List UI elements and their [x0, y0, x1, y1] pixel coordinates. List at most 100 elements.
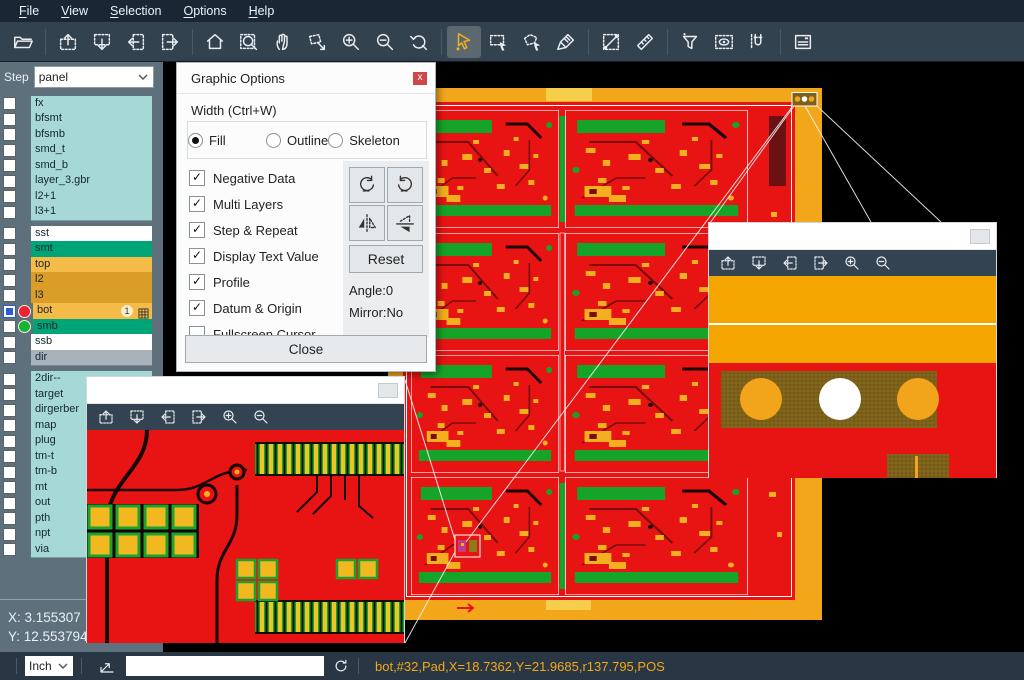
- layer-visibility-checkbox[interactable]: [3, 373, 16, 386]
- layer-visibility-checkbox[interactable]: [3, 497, 16, 510]
- select-cursor-button[interactable]: [447, 26, 481, 58]
- menu-item[interactable]: File: [8, 4, 50, 18]
- magnifier-b-title-bar[interactable]: [709, 223, 996, 250]
- zoom-out-button[interactable]: [872, 252, 894, 274]
- dialog-close-button[interactable]: x: [413, 72, 427, 85]
- layer-visibility-checkbox[interactable]: [3, 206, 16, 219]
- layer-row[interactable]: smd_b: [0, 158, 163, 174]
- width-radio[interactable]: Fill: [188, 133, 266, 148]
- magnifier-a-view[interactable]: [87, 430, 404, 643]
- layer-visibility-checkbox[interactable]: [3, 274, 16, 287]
- pan-right-button[interactable]: [188, 406, 210, 428]
- layer-row[interactable]: l2+1: [0, 189, 163, 205]
- layer-label[interactable]: smb: [33, 319, 152, 336]
- layer-row[interactable]: dir: [0, 350, 163, 366]
- width-radio[interactable]: Skeleton: [328, 133, 400, 148]
- layer-visibility-checkbox[interactable]: [3, 543, 16, 556]
- menu-item[interactable]: Selection: [99, 4, 172, 18]
- layer-visibility-checkbox[interactable]: [3, 190, 16, 203]
- option-checkbox[interactable]: Negative Data: [189, 165, 319, 191]
- layer-panel-button[interactable]: [786, 26, 820, 58]
- option-checkbox[interactable]: Datum & Origin: [189, 295, 319, 321]
- layer-label[interactable]: l3+1: [31, 204, 152, 221]
- pan-up-button[interactable]: [95, 406, 117, 428]
- layer-visibility-checkbox[interactable]: [3, 227, 16, 240]
- layer-visibility-checkbox[interactable]: [3, 289, 16, 302]
- layer-label[interactable]: dir: [31, 350, 152, 367]
- layer-row[interactable]: ssb: [0, 335, 163, 351]
- filter-button[interactable]: [673, 26, 707, 58]
- layer-label[interactable]: smt: [31, 241, 152, 258]
- layer-visibility-checkbox[interactable]: [3, 159, 16, 172]
- width-radio[interactable]: Outline: [266, 133, 328, 148]
- menu-item[interactable]: Options: [172, 4, 237, 18]
- pan-down-button[interactable]: [748, 252, 770, 274]
- layer-label[interactable]: ssb: [31, 334, 152, 351]
- menu-item[interactable]: Help: [238, 4, 286, 18]
- zoom-window-button[interactable]: [232, 26, 266, 58]
- layer-visibility-checkbox[interactable]: [3, 435, 16, 448]
- magnifier-window-b[interactable]: [708, 222, 997, 478]
- view-options-button[interactable]: [707, 26, 741, 58]
- layer-visibility-checkbox[interactable]: [3, 528, 16, 541]
- pan-left-button[interactable]: [119, 26, 153, 58]
- rect-select-button[interactable]: [481, 26, 515, 58]
- mirror-horizontal-button[interactable]: [349, 205, 385, 241]
- pan-left-button[interactable]: [779, 252, 801, 274]
- ruler-button[interactable]: [628, 26, 662, 58]
- layer-row[interactable]: l3: [0, 288, 163, 304]
- layer-row[interactable]: smd_t: [0, 143, 163, 159]
- option-checkbox[interactable]: Multi Layers: [189, 191, 319, 217]
- measure-button[interactable]: [594, 26, 628, 58]
- polygon-select-button[interactable]: [515, 26, 549, 58]
- layer-row[interactable]: bfsmt: [0, 112, 163, 128]
- pan-down-button[interactable]: [85, 26, 119, 58]
- clean-brush-button[interactable]: [549, 26, 583, 58]
- layer-visibility-checkbox[interactable]: [3, 305, 16, 318]
- home-view-button[interactable]: [198, 26, 232, 58]
- magnifier-a-window-button[interactable]: [378, 383, 398, 398]
- layer-row[interactable]: top: [0, 257, 163, 273]
- pan-right-button[interactable]: [153, 26, 187, 58]
- layer-visibility-checkbox[interactable]: [3, 481, 16, 494]
- layer-visibility-checkbox[interactable]: [3, 175, 16, 188]
- pan-up-button[interactable]: [51, 26, 85, 58]
- mirror-vertical-button[interactable]: [387, 205, 423, 241]
- zoom-previous-button[interactable]: [402, 26, 436, 58]
- layer-label[interactable]: bfsmb: [31, 127, 152, 144]
- command-input[interactable]: [126, 656, 324, 676]
- layer-grid-icon[interactable]: [138, 306, 149, 317]
- option-checkbox[interactable]: Display Text Value: [189, 243, 319, 269]
- menu-item[interactable]: View: [50, 4, 99, 18]
- layer-visibility-checkbox[interactable]: [3, 243, 16, 256]
- layer-row[interactable]: l3+1: [0, 205, 163, 221]
- zoom-out-button[interactable]: [368, 26, 402, 58]
- layer-label[interactable]: smd_t: [31, 142, 152, 159]
- layer-label[interactable]: sst: [31, 226, 152, 243]
- pan-hand-button[interactable]: [266, 26, 300, 58]
- layer-visibility-checkbox[interactable]: [3, 404, 16, 417]
- magnifier-b-window-button[interactable]: [970, 229, 990, 244]
- magnifier-b-view[interactable]: [709, 276, 996, 478]
- layer-row[interactable]: l2: [0, 273, 163, 289]
- unit-select[interactable]: Inch: [25, 656, 73, 676]
- layer-label[interactable]: smd_b: [31, 158, 152, 175]
- layer-label[interactable]: top: [31, 257, 152, 274]
- rotate-ccw-button[interactable]: [387, 167, 423, 203]
- pan-up-button[interactable]: [717, 252, 739, 274]
- layer-visibility-checkbox[interactable]: [3, 351, 16, 364]
- reset-button[interactable]: Reset: [349, 245, 423, 273]
- layer-visibility-checkbox[interactable]: [3, 388, 16, 401]
- pan-right-button[interactable]: [810, 252, 832, 274]
- layer-visibility-checkbox[interactable]: [3, 128, 16, 141]
- close-button[interactable]: Close: [185, 335, 427, 363]
- layer-visibility-checkbox[interactable]: [3, 144, 16, 157]
- layer-visibility-checkbox[interactable]: [3, 512, 16, 525]
- zoom-out-button[interactable]: [250, 406, 272, 428]
- layer-visibility-checkbox[interactable]: [3, 258, 16, 271]
- layer-label[interactable]: l2: [31, 272, 152, 289]
- layer-label[interactable]: fx: [31, 96, 152, 113]
- option-checkbox[interactable]: Profile: [189, 269, 319, 295]
- layer-visibility-checkbox[interactable]: [3, 419, 16, 432]
- rotate-cw-button[interactable]: [349, 167, 385, 203]
